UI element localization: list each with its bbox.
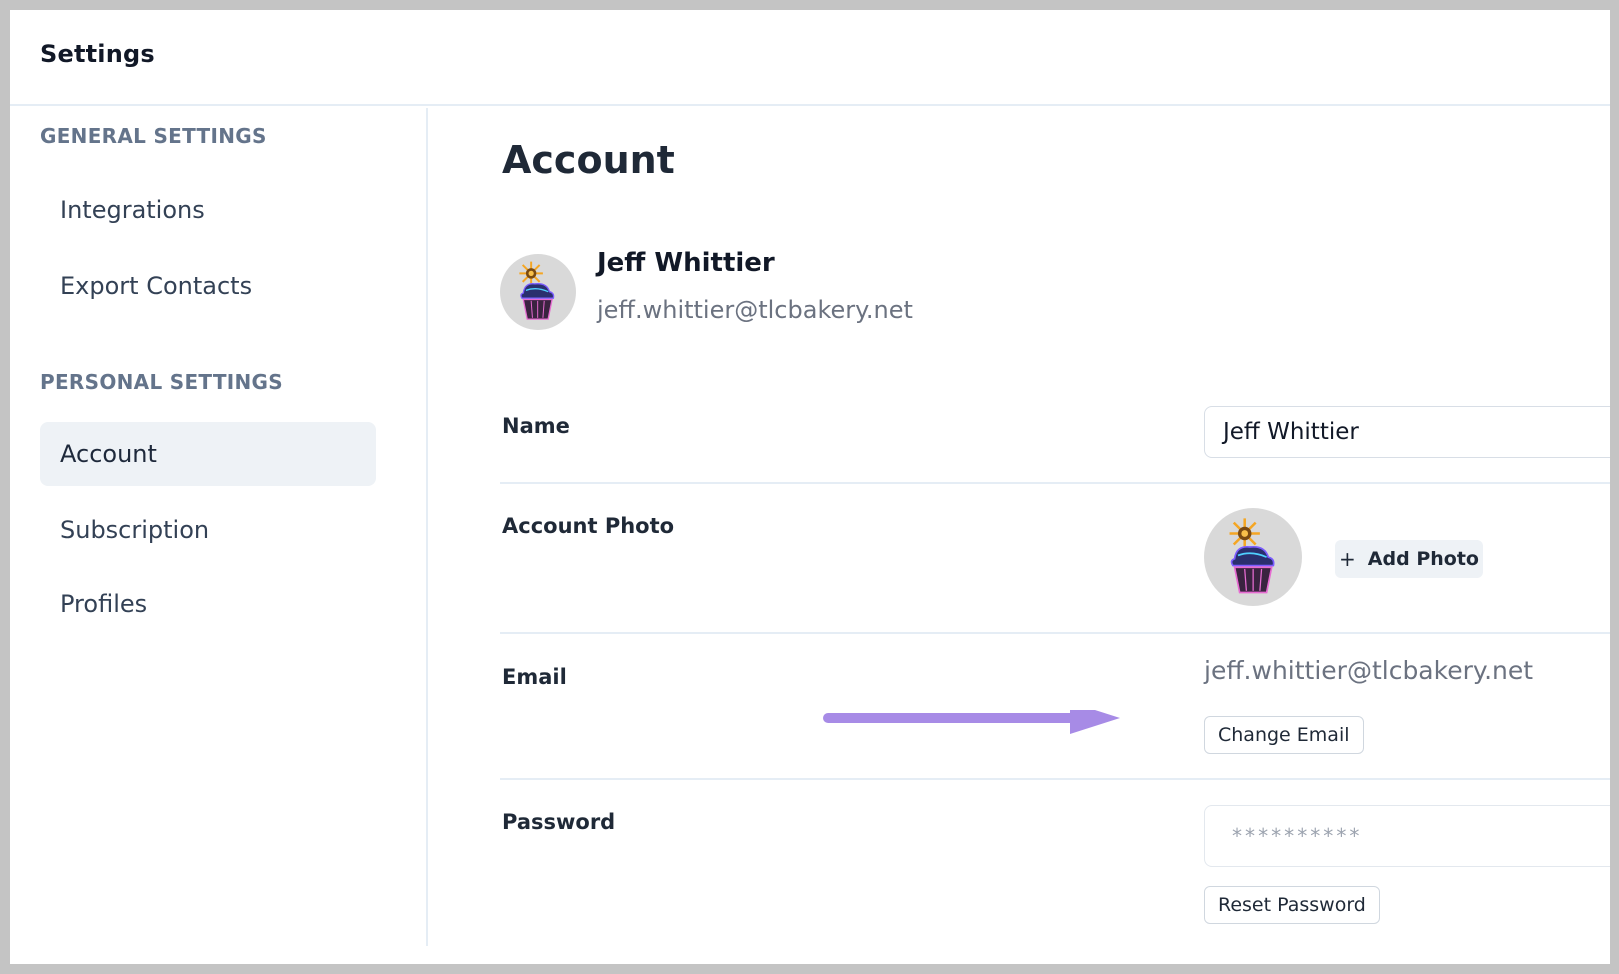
annotation-arrow-icon	[823, 710, 1120, 734]
sidebar-item-label: Export Contacts	[60, 272, 253, 300]
sidebar-item-label: Account	[60, 440, 157, 468]
sidebar-item-export-contacts[interactable]: Export Contacts	[40, 254, 376, 318]
personal-settings-heading: PERSONAL SETTINGS	[40, 370, 283, 394]
profile-avatar	[500, 254, 576, 330]
password-label: Password	[502, 810, 616, 834]
sidebar-item-integrations[interactable]: Integrations	[40, 178, 376, 242]
app-title: Settings	[40, 40, 155, 68]
main-content: Account Jeff Whittier jeff.whittier@tlcb…	[430, 108, 1610, 964]
top-bar: Settings	[10, 10, 1610, 106]
page-title: Account	[502, 138, 675, 182]
settings-window: Settings GENERAL SETTINGS Integrations E…	[10, 10, 1610, 964]
add-photo-button[interactable]: + Add Photo	[1335, 540, 1483, 578]
reset-password-button[interactable]: Reset Password	[1204, 886, 1380, 924]
account-photo-label: Account Photo	[502, 514, 675, 538]
profile-email: jeff.whittier@tlcbakery.net	[597, 296, 913, 324]
password-input[interactable]: **********	[1204, 805, 1610, 867]
sidebar-item-profiles[interactable]: Profiles	[40, 572, 376, 636]
email-value: jeff.whittier@tlcbakery.net	[1204, 656, 1534, 685]
divider	[500, 632, 1610, 634]
change-email-button[interactable]: Change Email	[1204, 716, 1364, 754]
divider	[500, 778, 1610, 780]
add-photo-label: Add Photo	[1367, 548, 1479, 570]
profile-name: Jeff Whittier	[597, 248, 775, 278]
email-label: Email	[502, 665, 567, 689]
account-photo	[1204, 508, 1302, 606]
sidebar: GENERAL SETTINGS Integrations Export Con…	[10, 108, 428, 946]
sidebar-item-account[interactable]: Account	[40, 422, 376, 486]
sidebar-item-subscription[interactable]: Subscription	[40, 498, 376, 562]
sidebar-item-label: Profiles	[60, 590, 148, 618]
name-input[interactable]: Jeff Whittier	[1204, 406, 1610, 458]
cupcake-icon	[519, 261, 555, 321]
sidebar-item-label: Subscription	[60, 516, 210, 544]
name-label: Name	[502, 414, 570, 438]
sidebar-item-label: Integrations	[60, 196, 205, 224]
cupcake-icon	[1229, 518, 1275, 594]
plus-icon: +	[1339, 547, 1356, 571]
divider	[500, 482, 1610, 484]
general-settings-heading: GENERAL SETTINGS	[40, 124, 267, 148]
